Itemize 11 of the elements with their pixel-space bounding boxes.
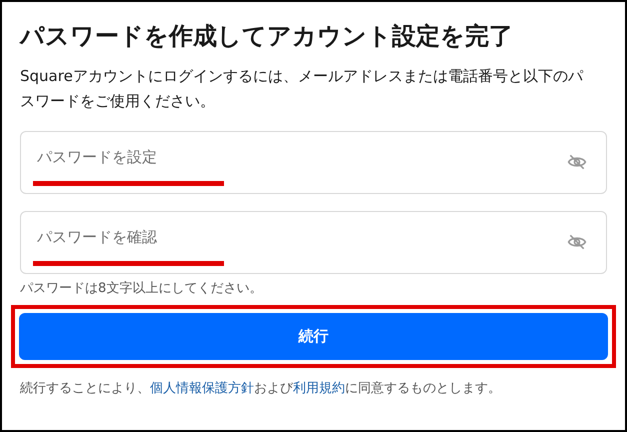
continue-button[interactable]: 続行 xyxy=(19,313,608,360)
description-text: Squareアカウントにログインするには、メールアドレスまたは電話番号と以下のパスワードをご使用ください。 xyxy=(20,66,584,112)
password-field[interactable]: パスワードを設定 xyxy=(20,131,607,194)
password-field[interactable]: パスワードを確認 xyxy=(20,211,607,274)
policy-link[interactable]: 利用規約 xyxy=(293,381,345,396)
consent-text: 続行することにより、個人情報保護方針および利用規約に同意するものとします。 xyxy=(20,380,502,398)
policy-link[interactable]: 個人情報保護方針 xyxy=(150,381,254,396)
hint-text: パスワードは8文字以上にしてください。 xyxy=(20,280,264,298)
eye-slash-icon[interactable] xyxy=(567,152,587,172)
page-title: パスワードを作成してアカウント設定を完了 xyxy=(20,21,514,52)
eye-slash-icon[interactable] xyxy=(567,232,587,252)
